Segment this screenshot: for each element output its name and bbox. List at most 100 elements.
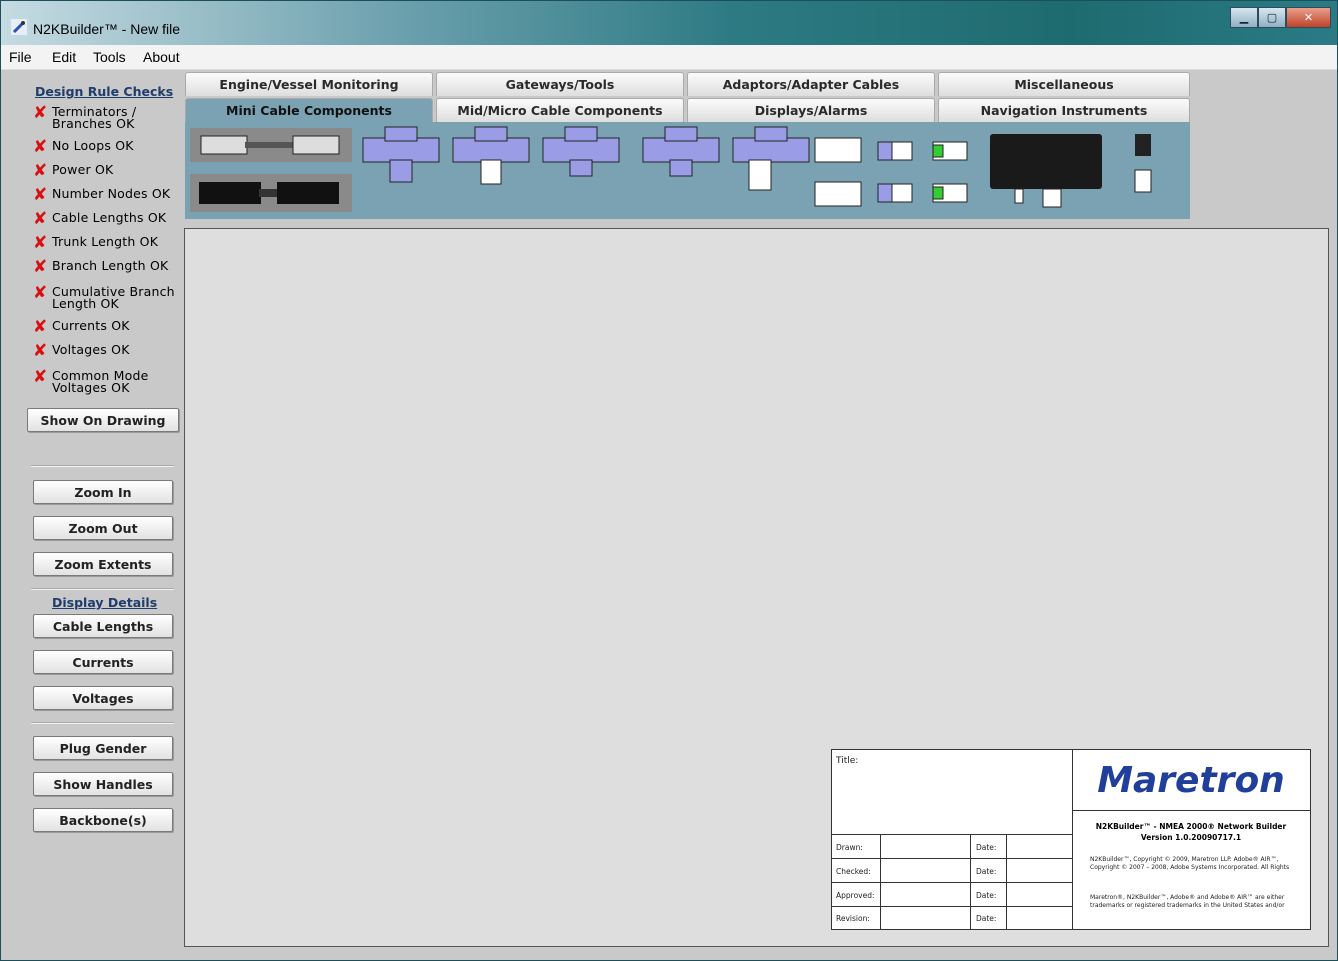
row-drawn: Drawn: Date: xyxy=(832,834,1072,859)
voltages-button[interactable]: Voltages xyxy=(33,686,173,710)
menu-bar: File Edit Tools About xyxy=(1,45,1337,70)
error-x-icon: ✘ xyxy=(33,209,48,229)
check-branch-length: ✘ Branch Length OK xyxy=(33,257,169,277)
check-label: Cumulative Branch Length OK xyxy=(52,284,175,311)
check-voltages: ✘ Voltages OK xyxy=(33,341,130,361)
check-label: Voltages OK xyxy=(52,342,130,357)
date-label: Date: xyxy=(976,843,997,852)
design-rule-checks-title: Design Rule Checks xyxy=(35,84,174,99)
show-handles-button[interactable]: Show Handles xyxy=(33,772,173,796)
tab-navigation-instruments[interactable]: Navigation Instruments xyxy=(938,98,1190,122)
zoom-out-button[interactable]: Zoom Out xyxy=(33,516,173,540)
menu-edit[interactable]: Edit xyxy=(52,49,76,65)
row-approved: Approved: Date: xyxy=(832,882,1072,907)
error-x-icon: ✘ xyxy=(33,233,48,253)
error-x-icon: ✘ xyxy=(33,103,48,123)
menu-file[interactable]: File xyxy=(9,49,32,65)
tee-connector-icon[interactable] xyxy=(452,126,530,185)
maretron-logo: Maretron xyxy=(1072,750,1310,811)
tee-connector-icon[interactable] xyxy=(362,126,440,183)
minimize-icon[interactable]: ▁ xyxy=(1230,7,1258,28)
check-cumulative-branch: ✘ Cumulative Branch Length OK xyxy=(33,284,175,311)
maximize-icon[interactable]: ▢ xyxy=(1258,7,1286,28)
tab-displays-alarms[interactable]: Displays/Alarms xyxy=(687,98,935,122)
app-window: N2KBuilder™ - New file ▁ ▢ ✕ File Edit T… xyxy=(0,0,1338,961)
title-label: Title: xyxy=(836,756,859,766)
component-palette xyxy=(185,122,1190,219)
mini-cable-black-icon[interactable] xyxy=(190,174,352,212)
error-x-icon: ✘ xyxy=(33,257,48,277)
title-bar: N2KBuilder™ - New file ▁ ▢ ✕ xyxy=(1,1,1337,45)
check-label: No Loops OK xyxy=(52,138,134,153)
check-power: ✘ Power OK xyxy=(33,161,113,181)
cable-lengths-button[interactable]: Cable Lengths xyxy=(33,614,173,638)
window-title: N2KBuilder™ - New file xyxy=(33,21,181,37)
error-x-icon: ✘ xyxy=(33,137,48,157)
tab-engine-vessel-monitoring[interactable]: Engine/Vessel Monitoring xyxy=(185,72,433,96)
grid-line xyxy=(880,834,881,929)
tab-mini-cable-components[interactable]: Mini Cable Components xyxy=(185,98,433,122)
window-controls: ▁ ▢ ✕ xyxy=(1230,7,1331,28)
power-tap-icon[interactable] xyxy=(990,134,1102,208)
title-block-right: Maretron N2KBuilder™ - NMEA 2000® Networ… xyxy=(1072,750,1310,929)
backbones-button[interactable]: Backbone(s) xyxy=(33,808,173,832)
divider xyxy=(31,722,174,724)
tab-gateways-tools[interactable]: Gateways/Tools xyxy=(436,72,684,96)
tee-connector-icon[interactable] xyxy=(642,126,720,177)
drawing-canvas[interactable]: Title: Drawn: Date: Checked: Date: Appro… xyxy=(184,228,1329,947)
zoom-extents-button[interactable]: Zoom Extents xyxy=(33,552,173,576)
connector-icon[interactable] xyxy=(814,137,968,207)
check-common-mode: ✘ Common Mode Voltages OK xyxy=(33,368,149,395)
check-label: Cable Lengths OK xyxy=(52,210,167,225)
check-currents: ✘ Currents OK xyxy=(33,317,130,337)
row-label: Revision: xyxy=(836,914,870,923)
title-block: Title: Drawn: Date: Checked: Date: Appro… xyxy=(831,749,1311,930)
error-x-icon: ✘ xyxy=(33,317,48,337)
check-label: Trunk Length OK xyxy=(52,234,159,249)
title-block-left: Title: Drawn: Date: Checked: Date: Appro… xyxy=(832,750,1073,929)
tee-connector-icon[interactable] xyxy=(542,126,620,177)
zoom-in-button[interactable]: Zoom In xyxy=(33,480,173,504)
tab-miscellaneous[interactable]: Miscellaneous xyxy=(938,72,1190,96)
tee-connector-icon[interactable] xyxy=(732,126,810,191)
trademark-text: Maretron®, N2KBuilder™, Adobe® and Adobe… xyxy=(1090,894,1285,909)
check-label: Terminators / Branches OK xyxy=(52,104,137,131)
check-label: Common Mode Voltages OK xyxy=(52,368,149,395)
copyright-text: N2KBuilder™, Copyright © 2009, Maretron … xyxy=(1090,856,1290,871)
show-on-drawing-button[interactable]: Show On Drawing xyxy=(27,408,179,432)
palette-items xyxy=(190,126,1152,212)
check-label: Branch Length OK xyxy=(52,258,169,273)
menu-about[interactable]: About xyxy=(143,49,180,65)
check-label: Currents OK xyxy=(52,318,130,333)
row-label: Checked: xyxy=(836,867,871,876)
error-x-icon: ✘ xyxy=(33,341,48,361)
divider xyxy=(31,465,174,467)
row-checked: Checked: Date: xyxy=(832,858,1072,883)
currents-button[interactable]: Currents xyxy=(33,650,173,674)
close-icon[interactable]: ✕ xyxy=(1286,7,1331,28)
date-label: Date: xyxy=(976,891,997,900)
check-terminators: ✘ Terminators / Branches OK xyxy=(33,103,137,131)
check-number-nodes: ✘ Number Nodes OK xyxy=(33,185,171,205)
grid-line xyxy=(970,834,971,929)
check-label: Number Nodes OK xyxy=(52,186,171,201)
check-cable-lengths: ✘ Cable Lengths OK xyxy=(33,209,167,229)
check-trunk-length: ✘ Trunk Length OK xyxy=(33,233,159,253)
date-label: Date: xyxy=(976,867,997,876)
tab-adaptors-adapter-cables[interactable]: Adaptors/Adapter Cables xyxy=(687,72,935,96)
date-label: Date: xyxy=(976,914,997,923)
menu-tools[interactable]: Tools xyxy=(93,49,126,65)
row-label: Drawn: xyxy=(836,843,863,852)
row-label: Approved: xyxy=(836,891,875,900)
app-icon xyxy=(11,19,27,35)
error-x-icon: ✘ xyxy=(33,185,48,205)
logo-text: Maretron xyxy=(1097,759,1285,801)
grid-line xyxy=(1006,834,1007,929)
terminator-icon[interactable] xyxy=(1134,134,1152,193)
error-x-icon: ✘ xyxy=(33,161,48,181)
tab-mid-micro-cable-components[interactable]: Mid/Micro Cable Components xyxy=(436,98,684,122)
plug-gender-button[interactable]: Plug Gender xyxy=(33,736,173,760)
product-name: N2KBuilder™ - NMEA 2000® Network Builder xyxy=(1095,822,1287,831)
mini-cable-gray-icon[interactable] xyxy=(190,128,352,162)
display-details-title: Display Details xyxy=(52,595,158,610)
